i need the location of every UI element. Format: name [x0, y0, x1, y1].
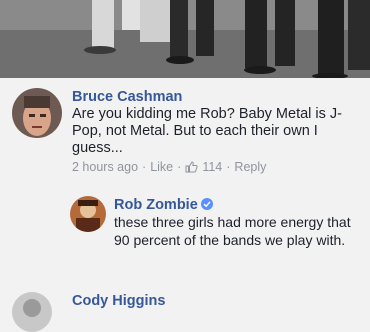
separator: ·	[142, 160, 147, 174]
comment-author-link[interactable]: Cody Higgins	[72, 292, 362, 310]
comment-text: these three girls had more energy that 9…	[114, 214, 351, 248]
author-name[interactable]: Rob Zombie	[114, 197, 198, 213]
comment-body: Rob Zombie these three girls had more en…	[114, 196, 364, 249]
like-count[interactable]: 114	[185, 160, 222, 174]
thumbs-up-icon	[185, 161, 198, 173]
comment-meta: 2 hours ago · Like · 114 · Reply	[72, 160, 367, 174]
reply-link[interactable]: Reply	[234, 160, 266, 174]
avatar[interactable]	[70, 196, 106, 232]
comment-body: Bruce Cashman Are you kidding me Rob? Ba…	[72, 88, 367, 174]
photo-icon	[0, 0, 370, 78]
comment-author-link[interactable]: Rob Zombie	[114, 196, 364, 214]
separator: ·	[177, 160, 182, 174]
avatar[interactable]	[12, 88, 62, 138]
like-count-number: 114	[202, 160, 223, 174]
verified-badge-icon	[200, 198, 213, 210]
like-link[interactable]: Like	[150, 160, 173, 174]
comment-body: Cody Higgins	[72, 292, 362, 310]
post-photo[interactable]	[0, 0, 370, 78]
comment-author-link[interactable]: Bruce Cashman	[72, 88, 367, 106]
avatar[interactable]	[12, 292, 52, 332]
comment-timestamp[interactable]: 2 hours ago	[72, 160, 138, 174]
separator: ·	[226, 160, 231, 174]
comment-text: Are you kidding me Rob? Baby Metal is J-…	[72, 106, 342, 156]
